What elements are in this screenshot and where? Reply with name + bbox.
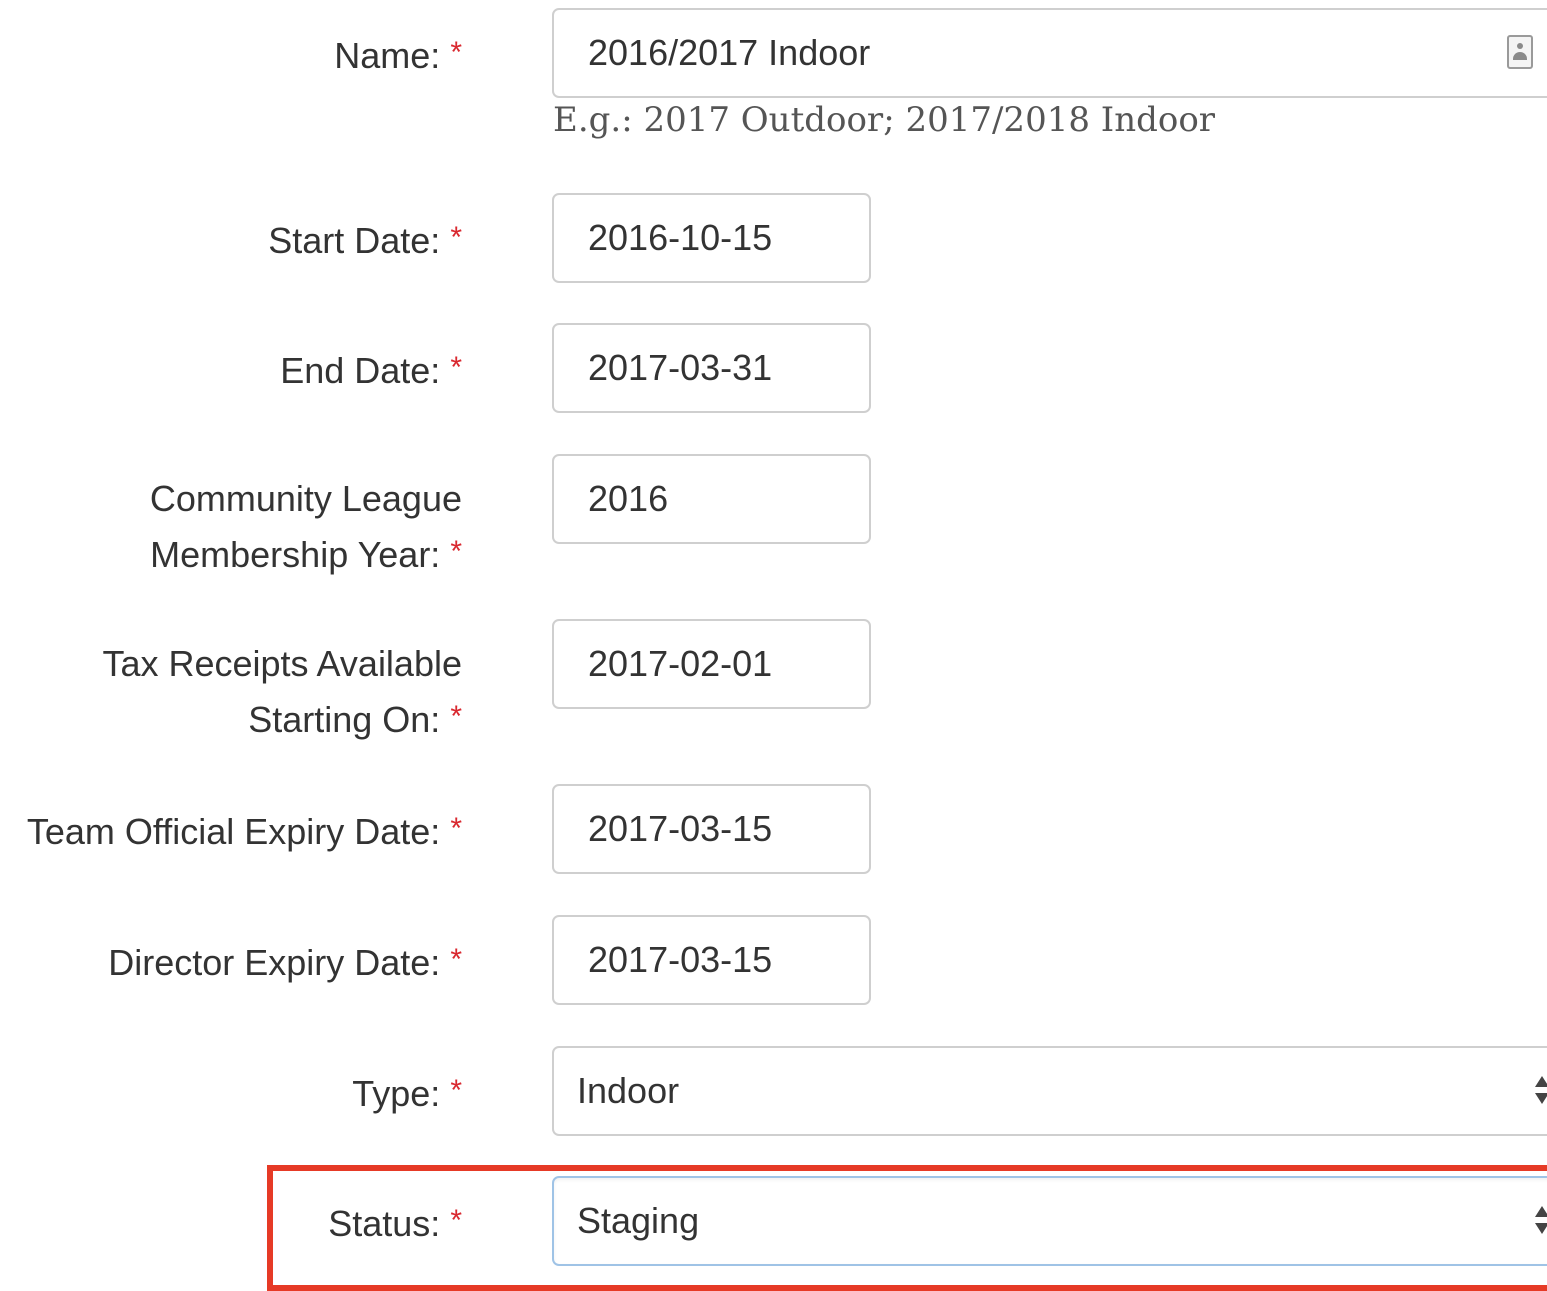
- start-date-label: Start Date: *: [268, 211, 462, 267]
- contact-card-icon[interactable]: [1507, 35, 1533, 69]
- type-label-text: Type:: [352, 1073, 441, 1114]
- name-help-text: E.g.: 2017 Outdoor; 2017/2018 Indoor: [553, 100, 1216, 140]
- tax-receipts-label-line2: Starting On:: [248, 699, 441, 740]
- name-input[interactable]: 2016/2017 Indoor: [552, 8, 1547, 98]
- required-marker: *: [450, 700, 462, 733]
- tax-receipts-label-line1: Tax Receipts Available: [102, 643, 462, 684]
- required-marker: *: [450, 351, 462, 384]
- membership-year-label-line1: Community League: [149, 478, 462, 519]
- required-marker: *: [450, 221, 462, 254]
- required-marker: *: [450, 1074, 462, 1107]
- required-marker: *: [450, 535, 462, 568]
- end-date-input[interactable]: 2017-03-31: [552, 323, 871, 413]
- required-marker: *: [450, 943, 462, 976]
- required-marker: *: [450, 1204, 462, 1237]
- membership-year-label: Community League Membership Year: *: [150, 472, 462, 581]
- end-date-label-text: End Date:: [280, 350, 441, 391]
- team-official-expiry-value: 2017-03-15: [588, 808, 773, 849]
- end-date-label: End Date: *: [280, 341, 462, 397]
- membership-year-input[interactable]: 2016: [552, 454, 871, 544]
- start-date-label-text: Start Date:: [268, 220, 441, 261]
- status-select-arrows-icon[interactable]: [1534, 1204, 1547, 1238]
- required-marker: *: [450, 812, 462, 845]
- tax-receipts-label: Tax Receipts Available Starting On: *: [102, 637, 462, 746]
- start-date-input[interactable]: 2016-10-15: [552, 193, 871, 283]
- status-label-text: Status:: [328, 1203, 441, 1244]
- director-expiry-input[interactable]: 2017-03-15: [552, 915, 871, 1005]
- director-expiry-label-text: Director Expiry Date:: [108, 942, 441, 983]
- status-select[interactable]: Staging: [552, 1176, 1547, 1266]
- team-official-expiry-label-text: Team Official Expiry Date:: [26, 811, 441, 852]
- required-marker: *: [450, 36, 462, 69]
- type-select-value: Indoor: [577, 1070, 680, 1111]
- name-label: Name: *: [334, 26, 462, 82]
- director-expiry-label: Director Expiry Date: *: [108, 933, 462, 989]
- status-select-value: Staging: [577, 1200, 700, 1241]
- name-label-text: Name:: [334, 35, 441, 76]
- name-input-value: 2016/2017 Indoor: [588, 32, 871, 73]
- tax-receipts-input[interactable]: 2017-02-01: [552, 619, 871, 709]
- membership-year-value: 2016: [588, 478, 669, 519]
- start-date-value: 2016-10-15: [588, 217, 773, 258]
- membership-year-label-line2: Membership Year:: [150, 534, 441, 575]
- type-select-arrows-icon[interactable]: [1534, 1074, 1547, 1108]
- type-select[interactable]: Indoor: [552, 1046, 1547, 1136]
- type-label: Type: *: [352, 1064, 462, 1120]
- tax-receipts-value: 2017-02-01: [588, 643, 773, 684]
- end-date-value: 2017-03-31: [588, 347, 773, 388]
- director-expiry-value: 2017-03-15: [588, 939, 773, 980]
- team-official-expiry-input[interactable]: 2017-03-15: [552, 784, 871, 874]
- team-official-expiry-label: Team Official Expiry Date: *: [27, 802, 462, 858]
- status-label: Status: *: [328, 1194, 462, 1250]
